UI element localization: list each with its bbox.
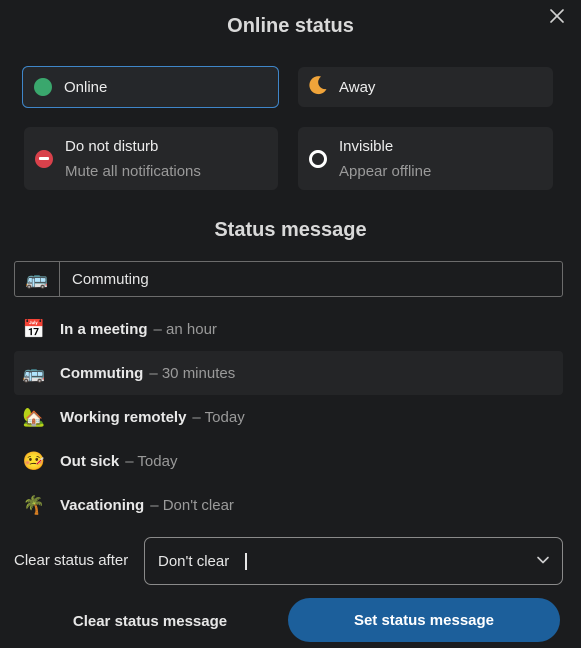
status-message-input[interactable]: [60, 262, 562, 296]
status-option-dnd[interactable]: Do not disturb Mute all notifications: [24, 127, 278, 190]
preset-vacationing[interactable]: 🌴 Vacationing – Don't clear: [14, 483, 563, 527]
calendar-icon: 📅: [22, 318, 46, 339]
online-dot-icon: [34, 78, 52, 96]
status-option-online[interactable]: Online: [22, 66, 279, 108]
text-cursor: [245, 552, 247, 570]
preset-duration: – Today: [192, 408, 245, 426]
status-invisible-sublabel: Appear offline: [339, 162, 432, 180]
chevron-down-icon: [537, 556, 549, 564]
preset-duration: – Don't clear: [150, 496, 234, 514]
clear-status-button[interactable]: Clear status message: [30, 600, 270, 642]
emoji-picker-button[interactable]: 🚌: [15, 262, 60, 296]
bus-icon: 🚌: [22, 362, 46, 383]
house-icon: 🏡: [22, 406, 46, 427]
preset-working-remotely[interactable]: 🏡 Working remotely – Today: [14, 395, 563, 439]
clear-after-select[interactable]: Don't clear: [144, 537, 563, 585]
sick-face-icon: 🤒: [22, 450, 46, 471]
preset-commuting[interactable]: 🚌 Commuting – 30 minutes: [14, 351, 563, 395]
status-dnd-label: Do not disturb: [65, 137, 159, 155]
status-option-away[interactable]: Away: [298, 67, 553, 107]
close-button[interactable]: [545, 5, 569, 27]
invisible-ring-icon: [309, 149, 327, 168]
status-away-label: Away: [339, 78, 376, 96]
preset-label: Vacationing: [60, 496, 145, 514]
preset-label: Commuting: [60, 364, 144, 382]
moon-icon: [307, 74, 329, 101]
status-dnd-sublabel: Mute all notifications: [65, 162, 201, 180]
status-message-title: Status message: [214, 219, 367, 241]
preset-duration: – 30 minutes: [149, 364, 236, 382]
dialog-title: Online status: [227, 15, 354, 37]
status-online-label: Online: [64, 78, 108, 96]
preset-label: In a meeting: [60, 320, 148, 338]
preset-duration: – an hour: [153, 320, 217, 338]
do-not-disturb-icon: [35, 149, 53, 168]
preset-in-a-meeting[interactable]: 📅 In a meeting – an hour: [14, 307, 563, 351]
status-option-invisible[interactable]: Invisible Appear offline: [298, 127, 553, 190]
palm-tree-icon: 🌴: [22, 494, 46, 515]
status-invisible-label: Invisible: [339, 137, 394, 155]
preset-label: Working remotely: [60, 408, 187, 426]
clear-after-value: Don't clear: [158, 552, 230, 570]
status-message-field: 🚌: [14, 261, 563, 297]
preset-duration: – Today: [125, 452, 178, 470]
set-status-button[interactable]: Set status message: [288, 598, 560, 642]
close-icon: [550, 9, 564, 23]
clear-after-label: Clear status after: [14, 552, 129, 569]
preset-out-sick[interactable]: 🤒 Out sick – Today: [14, 439, 563, 483]
preset-label: Out sick: [60, 452, 120, 470]
